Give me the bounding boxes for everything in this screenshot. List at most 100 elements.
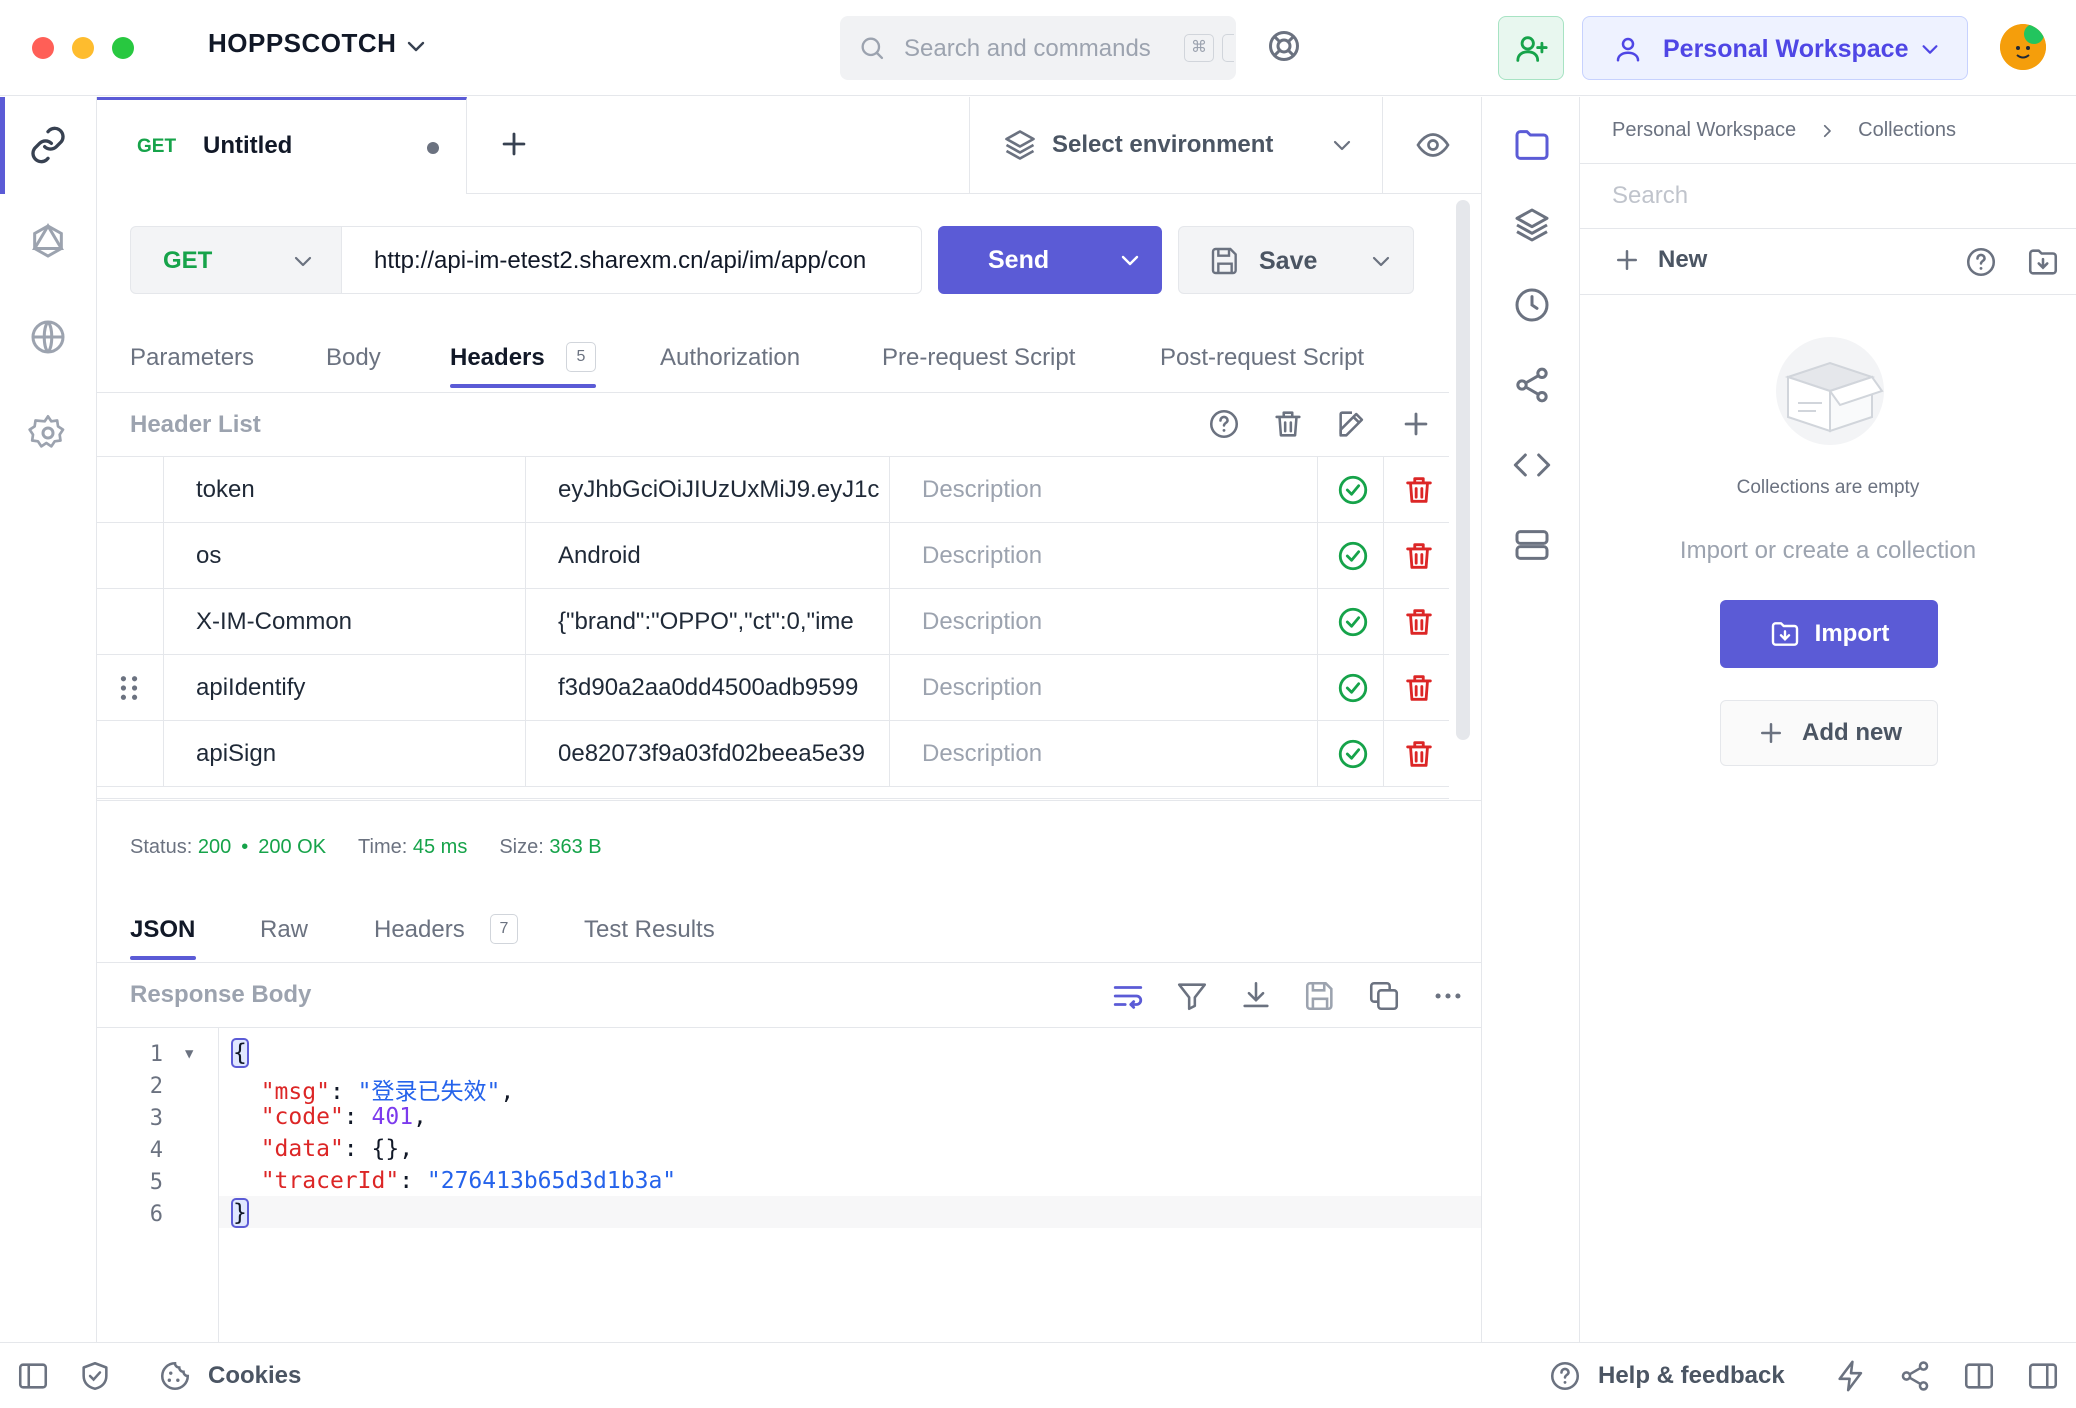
active-tab-underline [450, 384, 596, 388]
active-tab-underline [130, 956, 196, 960]
delete-row-icon[interactable] [1383, 655, 1449, 721]
header-key[interactable]: token [163, 457, 529, 523]
header-value[interactable]: 0e82073f9a03fd02beea5e39 [525, 721, 889, 787]
drag-handle-icon[interactable] [119, 675, 139, 701]
help-circle-icon[interactable] [1964, 245, 1998, 279]
import-button[interactable]: Import [1720, 600, 1938, 668]
download-icon[interactable] [1239, 979, 1273, 1013]
fold-arrow-icon[interactable]: ▼ [185, 1046, 193, 1062]
graphql-icon[interactable] [28, 221, 68, 261]
header-description[interactable]: Description [889, 457, 1317, 523]
tab-post-request-script[interactable]: Post-request Script [1160, 344, 1364, 372]
enabled-check-icon[interactable] [1317, 457, 1383, 523]
app-name[interactable]: HOPPSCOTCH [208, 28, 396, 59]
header-description[interactable]: Description [889, 523, 1317, 589]
help-circle-icon[interactable] [1207, 407, 1241, 441]
enabled-check-icon[interactable] [1317, 589, 1383, 655]
shortcut-key: ⌘ [1184, 34, 1214, 62]
rest-link-icon[interactable] [28, 125, 68, 165]
chevron-down-icon[interactable] [404, 34, 428, 58]
breadcrumb-workspace[interactable]: Personal Workspace [1612, 119, 1796, 142]
header-key[interactable]: apiIdentify [163, 655, 529, 721]
invite-user-button[interactable] [1498, 16, 1564, 80]
save-button[interactable]: Save [1178, 226, 1414, 294]
trash-icon[interactable] [1271, 407, 1305, 441]
shield-check-icon[interactable] [78, 1359, 112, 1393]
url-input[interactable]: http://api-im-etest2.sharexm.cn/api/im/a… [342, 226, 922, 294]
sidebar-toggle-icon[interactable] [16, 1359, 50, 1393]
share-icon[interactable] [1898, 1359, 1932, 1393]
tab-test-results[interactable]: Test Results [584, 916, 715, 944]
filter-icon[interactable] [1175, 979, 1209, 1013]
import-folder-icon[interactable] [2026, 245, 2060, 279]
close-window-button[interactable] [32, 37, 54, 59]
workspace-selector[interactable]: Personal Workspace [1582, 16, 1968, 80]
tab-response-headers[interactable]: Headers [374, 916, 465, 944]
add-header-icon[interactable] [1399, 407, 1433, 441]
share-icon[interactable] [1512, 365, 1552, 405]
save-response-icon[interactable] [1303, 979, 1337, 1013]
eye-icon[interactable] [1415, 127, 1451, 163]
folder-icon[interactable] [1512, 125, 1552, 165]
tab-body[interactable]: Body [326, 344, 381, 372]
send-button[interactable]: Send [938, 226, 1162, 294]
server-icon[interactable] [1512, 525, 1552, 565]
header-value[interactable]: eyJhbGciOiJIUzUxMiJ9.eyJ1c [525, 457, 889, 523]
more-options-icon[interactable] [1431, 979, 1465, 1013]
tab-raw[interactable]: Raw [260, 916, 308, 944]
copy-icon[interactable] [1367, 979, 1401, 1013]
delete-row-icon[interactable] [1383, 523, 1449, 589]
header-key[interactable]: X-IM-Common [163, 589, 529, 655]
environment-selector[interactable]: Select environment [969, 97, 1383, 193]
settings-gear-icon[interactable] [28, 413, 68, 453]
globe-icon[interactable] [28, 317, 68, 357]
right-panel-toggle-icon[interactable] [2026, 1359, 2060, 1393]
minimize-window-button[interactable] [72, 37, 94, 59]
tab-headers[interactable]: Headers [450, 344, 545, 372]
header-value[interactable]: Android [525, 523, 889, 589]
delete-row-icon[interactable] [1383, 457, 1449, 523]
header-description[interactable]: Description [889, 655, 1317, 721]
split-view-icon[interactable] [1962, 1359, 1996, 1393]
header-key[interactable]: apiSign [163, 721, 529, 787]
header-value[interactable]: f3d90a2aa0dd4500adb9599 [525, 655, 889, 721]
tab-pre-request-script[interactable]: Pre-request Script [882, 344, 1075, 372]
new-collection-button[interactable]: New [1612, 245, 1707, 275]
avatar[interactable] [2000, 24, 2046, 70]
tab-parameters[interactable]: Parameters [130, 344, 254, 372]
lightning-icon[interactable] [1834, 1359, 1868, 1393]
collections-search-input[interactable]: Search [1580, 163, 2076, 229]
breadcrumb-collections[interactable]: Collections [1858, 119, 1956, 142]
response-json-editor[interactable]: 1 2 3 4 5 6 ▼ { "msg": "登录已失效", "code": … [97, 1028, 1481, 1342]
header-description[interactable]: Description [889, 721, 1317, 787]
support-lifebuoy-icon[interactable] [1266, 28, 1302, 64]
delete-row-icon[interactable] [1383, 721, 1449, 787]
chevron-down-icon[interactable] [1369, 249, 1393, 273]
maximize-window-button[interactable] [112, 37, 134, 59]
search-commands-input[interactable]: Search and commands ⌘ [840, 16, 1236, 80]
enabled-check-icon[interactable] [1317, 523, 1383, 589]
tab-untitled[interactable]: GET Untitled [97, 97, 467, 194]
request-scrollbar[interactable] [1456, 200, 1470, 740]
header-value[interactable]: {"brand":"OPPO","ct":0,"ime [525, 589, 889, 655]
new-label: New [1658, 246, 1708, 273]
delete-row-icon[interactable] [1383, 589, 1449, 655]
help-feedback-button[interactable]: Help & feedback [1548, 1359, 1785, 1393]
code-icon[interactable] [1512, 445, 1552, 485]
header-key[interactable]: os [163, 523, 529, 589]
method-selector[interactable]: GET [130, 226, 342, 294]
unsaved-dot[interactable] [427, 142, 439, 154]
tab-json[interactable]: JSON [130, 916, 195, 944]
layers-icon[interactable] [1512, 205, 1552, 245]
add-new-button[interactable]: Add new [1720, 700, 1938, 766]
add-tab-icon[interactable] [497, 127, 531, 161]
wrap-lines-icon[interactable] [1111, 979, 1145, 1013]
enabled-check-icon[interactable] [1317, 721, 1383, 787]
header-description[interactable]: Description [889, 589, 1317, 655]
tab-authorization[interactable]: Authorization [660, 344, 800, 372]
chevron-down-icon[interactable] [1118, 248, 1142, 272]
history-clock-icon[interactable] [1512, 285, 1552, 325]
cookies-button[interactable]: Cookies [158, 1359, 301, 1393]
edit-icon[interactable] [1335, 407, 1369, 441]
enabled-check-icon[interactable] [1317, 655, 1383, 721]
